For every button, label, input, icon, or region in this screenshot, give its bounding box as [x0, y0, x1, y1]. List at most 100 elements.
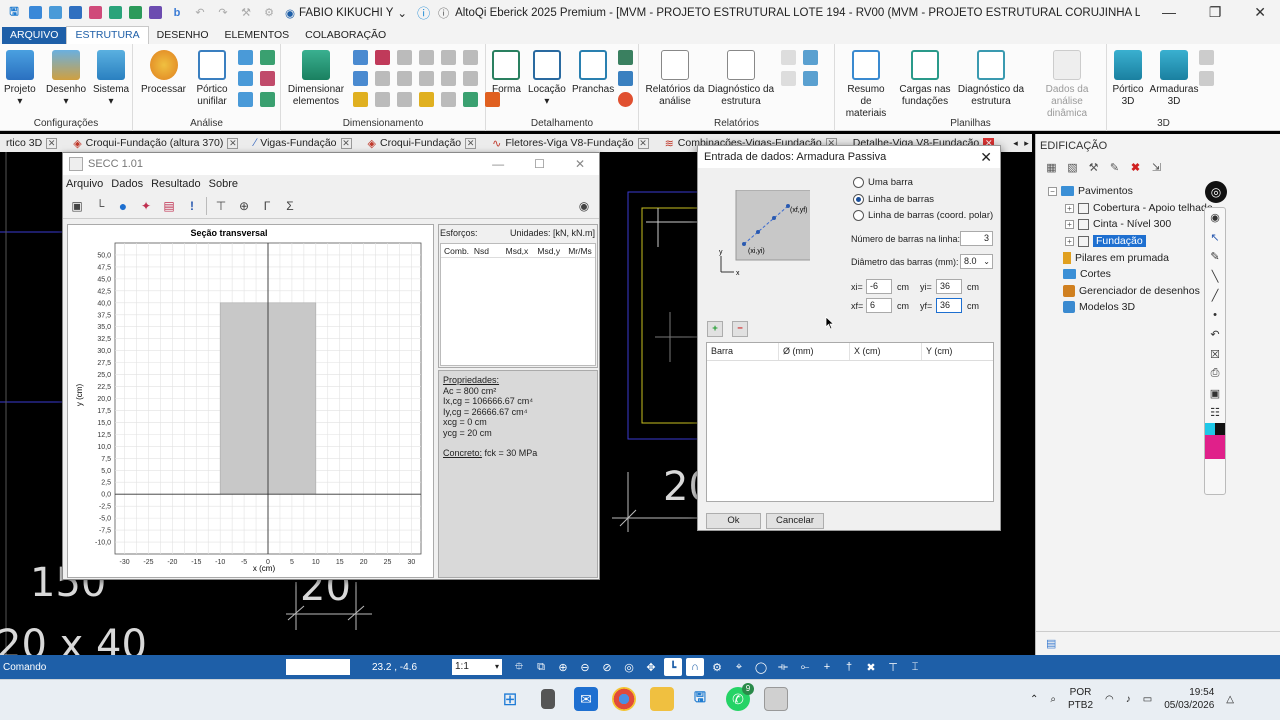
tab-arquivo[interactable]: ARQUIVO	[2, 27, 67, 44]
user-menu[interactable]: ◉ FABIO KIKUCHI Y ⌄	[285, 6, 407, 20]
pile-icon[interactable]	[353, 92, 368, 107]
bars-table[interactable]: Barra Ø (mm) X (cm) Y (cm)	[706, 342, 994, 502]
circle-bar-icon[interactable]: ●	[114, 197, 132, 215]
ruler-icon[interactable]: ╱	[1205, 286, 1225, 306]
clipboard-icon[interactable]: ☷	[1205, 403, 1225, 423]
tool-icon[interactable]	[238, 92, 253, 107]
settings-icon[interactable]: ⚙	[261, 5, 277, 21]
radio-uma-barra[interactable]: Uma barra	[853, 177, 913, 188]
zoom-in-icon[interactable]: ⊕	[554, 658, 572, 676]
collapse-icon[interactable]: −	[1048, 186, 1057, 196]
file-explorer-icon[interactable]	[650, 687, 674, 711]
mail-icon[interactable]: ✉	[574, 687, 598, 711]
tool-icon[interactable]	[260, 50, 275, 65]
table-icon[interactable]	[618, 50, 633, 65]
section-shape-icon[interactable]: ▣	[68, 197, 86, 215]
battery-icon[interactable]: ▭	[1143, 694, 1152, 705]
menu-sobre[interactable]: Sobre	[209, 178, 238, 190]
doc-tab[interactable]: ∕ Vigas-Fundação ✕	[248, 134, 361, 152]
wrench-icon[interactable]: ⚒	[1086, 160, 1101, 175]
windows-start-icon[interactable]: ⊞	[498, 687, 522, 711]
shape-icon[interactable]	[441, 71, 456, 86]
snap-cross-icon[interactable]: ✖	[862, 658, 880, 676]
magnet-icon[interactable]: ∩	[686, 658, 704, 676]
redo-icon[interactable]: ↷	[215, 5, 231, 21]
close-tab-icon[interactable]: ✕	[637, 137, 649, 149]
floor-add-icon[interactable]: ▧	[1065, 160, 1080, 175]
relatorios-analise-button[interactable]: Relatórios da análise	[645, 50, 705, 108]
zoom-realtime-icon[interactable]: ◎	[620, 658, 638, 676]
snap-center-icon[interactable]: ⌖	[730, 658, 748, 676]
camera-icon[interactable]: ▣	[1205, 384, 1225, 404]
armaduras-3d-button[interactable]: Armaduras 3D	[1149, 50, 1199, 108]
building-icon[interactable]: ▦	[1044, 160, 1059, 175]
tab-colaboracao[interactable]: COLABORAÇÃO	[297, 27, 394, 44]
volume-icon[interactable]: ♪	[1126, 694, 1131, 705]
tab-estrutura[interactable]: ESTRUTURA	[66, 26, 149, 44]
info-icon[interactable]: ⓘ	[438, 5, 449, 21]
pan-icon[interactable]: ✥	[642, 658, 660, 676]
locacao-button[interactable]: Locação ▾	[528, 50, 566, 108]
doc-tab[interactable]: ◈ Croqui-Fundação ✕	[362, 134, 487, 152]
plugin-icon[interactable]	[149, 6, 162, 19]
save-icon[interactable]	[69, 6, 82, 19]
zoom-window-icon[interactable]: ⯐	[510, 658, 528, 676]
snap-vertical-icon[interactable]: ⌶	[906, 658, 924, 676]
scale-select[interactable]: 1:1 ▾	[452, 659, 502, 675]
close-button[interactable]: ✕	[1254, 4, 1266, 21]
block-icon[interactable]	[397, 71, 412, 86]
tool-icon[interactable]	[1199, 50, 1214, 65]
bar-icon[interactable]	[353, 71, 368, 86]
wifi-icon[interactable]: ◠	[1105, 694, 1114, 705]
snap-circle-icon[interactable]: ◯	[752, 658, 770, 676]
pen-icon[interactable]	[419, 71, 434, 86]
wall-icon[interactable]	[397, 50, 412, 65]
snap-mid-icon[interactable]: ⟜	[796, 658, 814, 676]
filter-icon[interactable]: ⊤	[212, 197, 230, 215]
yf-input[interactable]: 36	[936, 298, 962, 313]
tree-item-modelos[interactable]: Modelos 3D	[1063, 301, 1135, 313]
shape-icon[interactable]	[463, 92, 478, 107]
cursor-select-icon[interactable]: ↖	[1205, 228, 1225, 248]
list-icon[interactable]	[781, 71, 796, 86]
doc-tab[interactable]: rtico 3D ✕	[0, 134, 67, 152]
tree-item-pavimentos[interactable]: − Pavimentos	[1048, 185, 1133, 197]
xf-input[interactable]: 6	[866, 298, 892, 313]
close-icon[interactable]: ✕	[980, 149, 992, 166]
sistema-button[interactable]: Sistema ▾	[93, 50, 129, 108]
snap-perp-icon[interactable]: +	[818, 658, 836, 676]
dot-icon[interactable]: •	[1205, 306, 1225, 326]
yi-input[interactable]: 36	[936, 279, 962, 294]
plate-icon[interactable]	[375, 92, 390, 107]
menu-dados[interactable]: Dados	[111, 178, 143, 190]
color-palette-icon[interactable]	[1205, 422, 1225, 459]
panel-view-icon[interactable]: ▤	[1046, 637, 1056, 650]
num-bars-input[interactable]: 3	[960, 231, 993, 246]
eye-icon[interactable]: ◉	[575, 197, 593, 215]
radio-linha-de-barras[interactable]: Linha de barras	[853, 194, 934, 205]
expand-icon[interactable]: +	[1065, 203, 1074, 213]
snap-int-icon[interactable]: †	[840, 658, 858, 676]
close-tab-icon[interactable]: ✕	[46, 137, 58, 149]
xi-input[interactable]: -6	[866, 279, 892, 294]
gear-icon[interactable]: ⚙	[708, 658, 726, 676]
maximize-button[interactable]: ❐	[1209, 4, 1222, 21]
microphone-icon[interactable]: ⌕	[1050, 694, 1056, 705]
add-bar-button[interactable]: +	[707, 321, 723, 337]
chevron-up-icon[interactable]: ⌃	[1030, 694, 1038, 705]
close-button[interactable]: ✕	[575, 157, 585, 171]
load-icon[interactable]: ▤	[160, 197, 178, 215]
tab-desenho[interactable]: DESENHO	[149, 27, 217, 44]
eraser-icon[interactable]: ✎	[1205, 247, 1225, 267]
chevron-left-icon[interactable]: ◂	[1013, 138, 1018, 149]
refresh-icon[interactable]	[618, 92, 633, 107]
zoom-icon[interactable]: ⊖	[576, 658, 594, 676]
moment-icon[interactable]: ⊕	[235, 197, 253, 215]
tree-item-fundacao[interactable]: + Fundação	[1065, 235, 1146, 247]
processar-button[interactable]: Processar	[141, 50, 186, 96]
undo-icon[interactable]: ↶	[1205, 325, 1225, 345]
sigma-icon[interactable]: Σ	[281, 197, 299, 215]
maximize-button[interactable]: ☐	[534, 157, 545, 171]
shape-icon[interactable]	[441, 92, 456, 107]
language-indicator[interactable]: POR PTB2	[1068, 686, 1093, 712]
